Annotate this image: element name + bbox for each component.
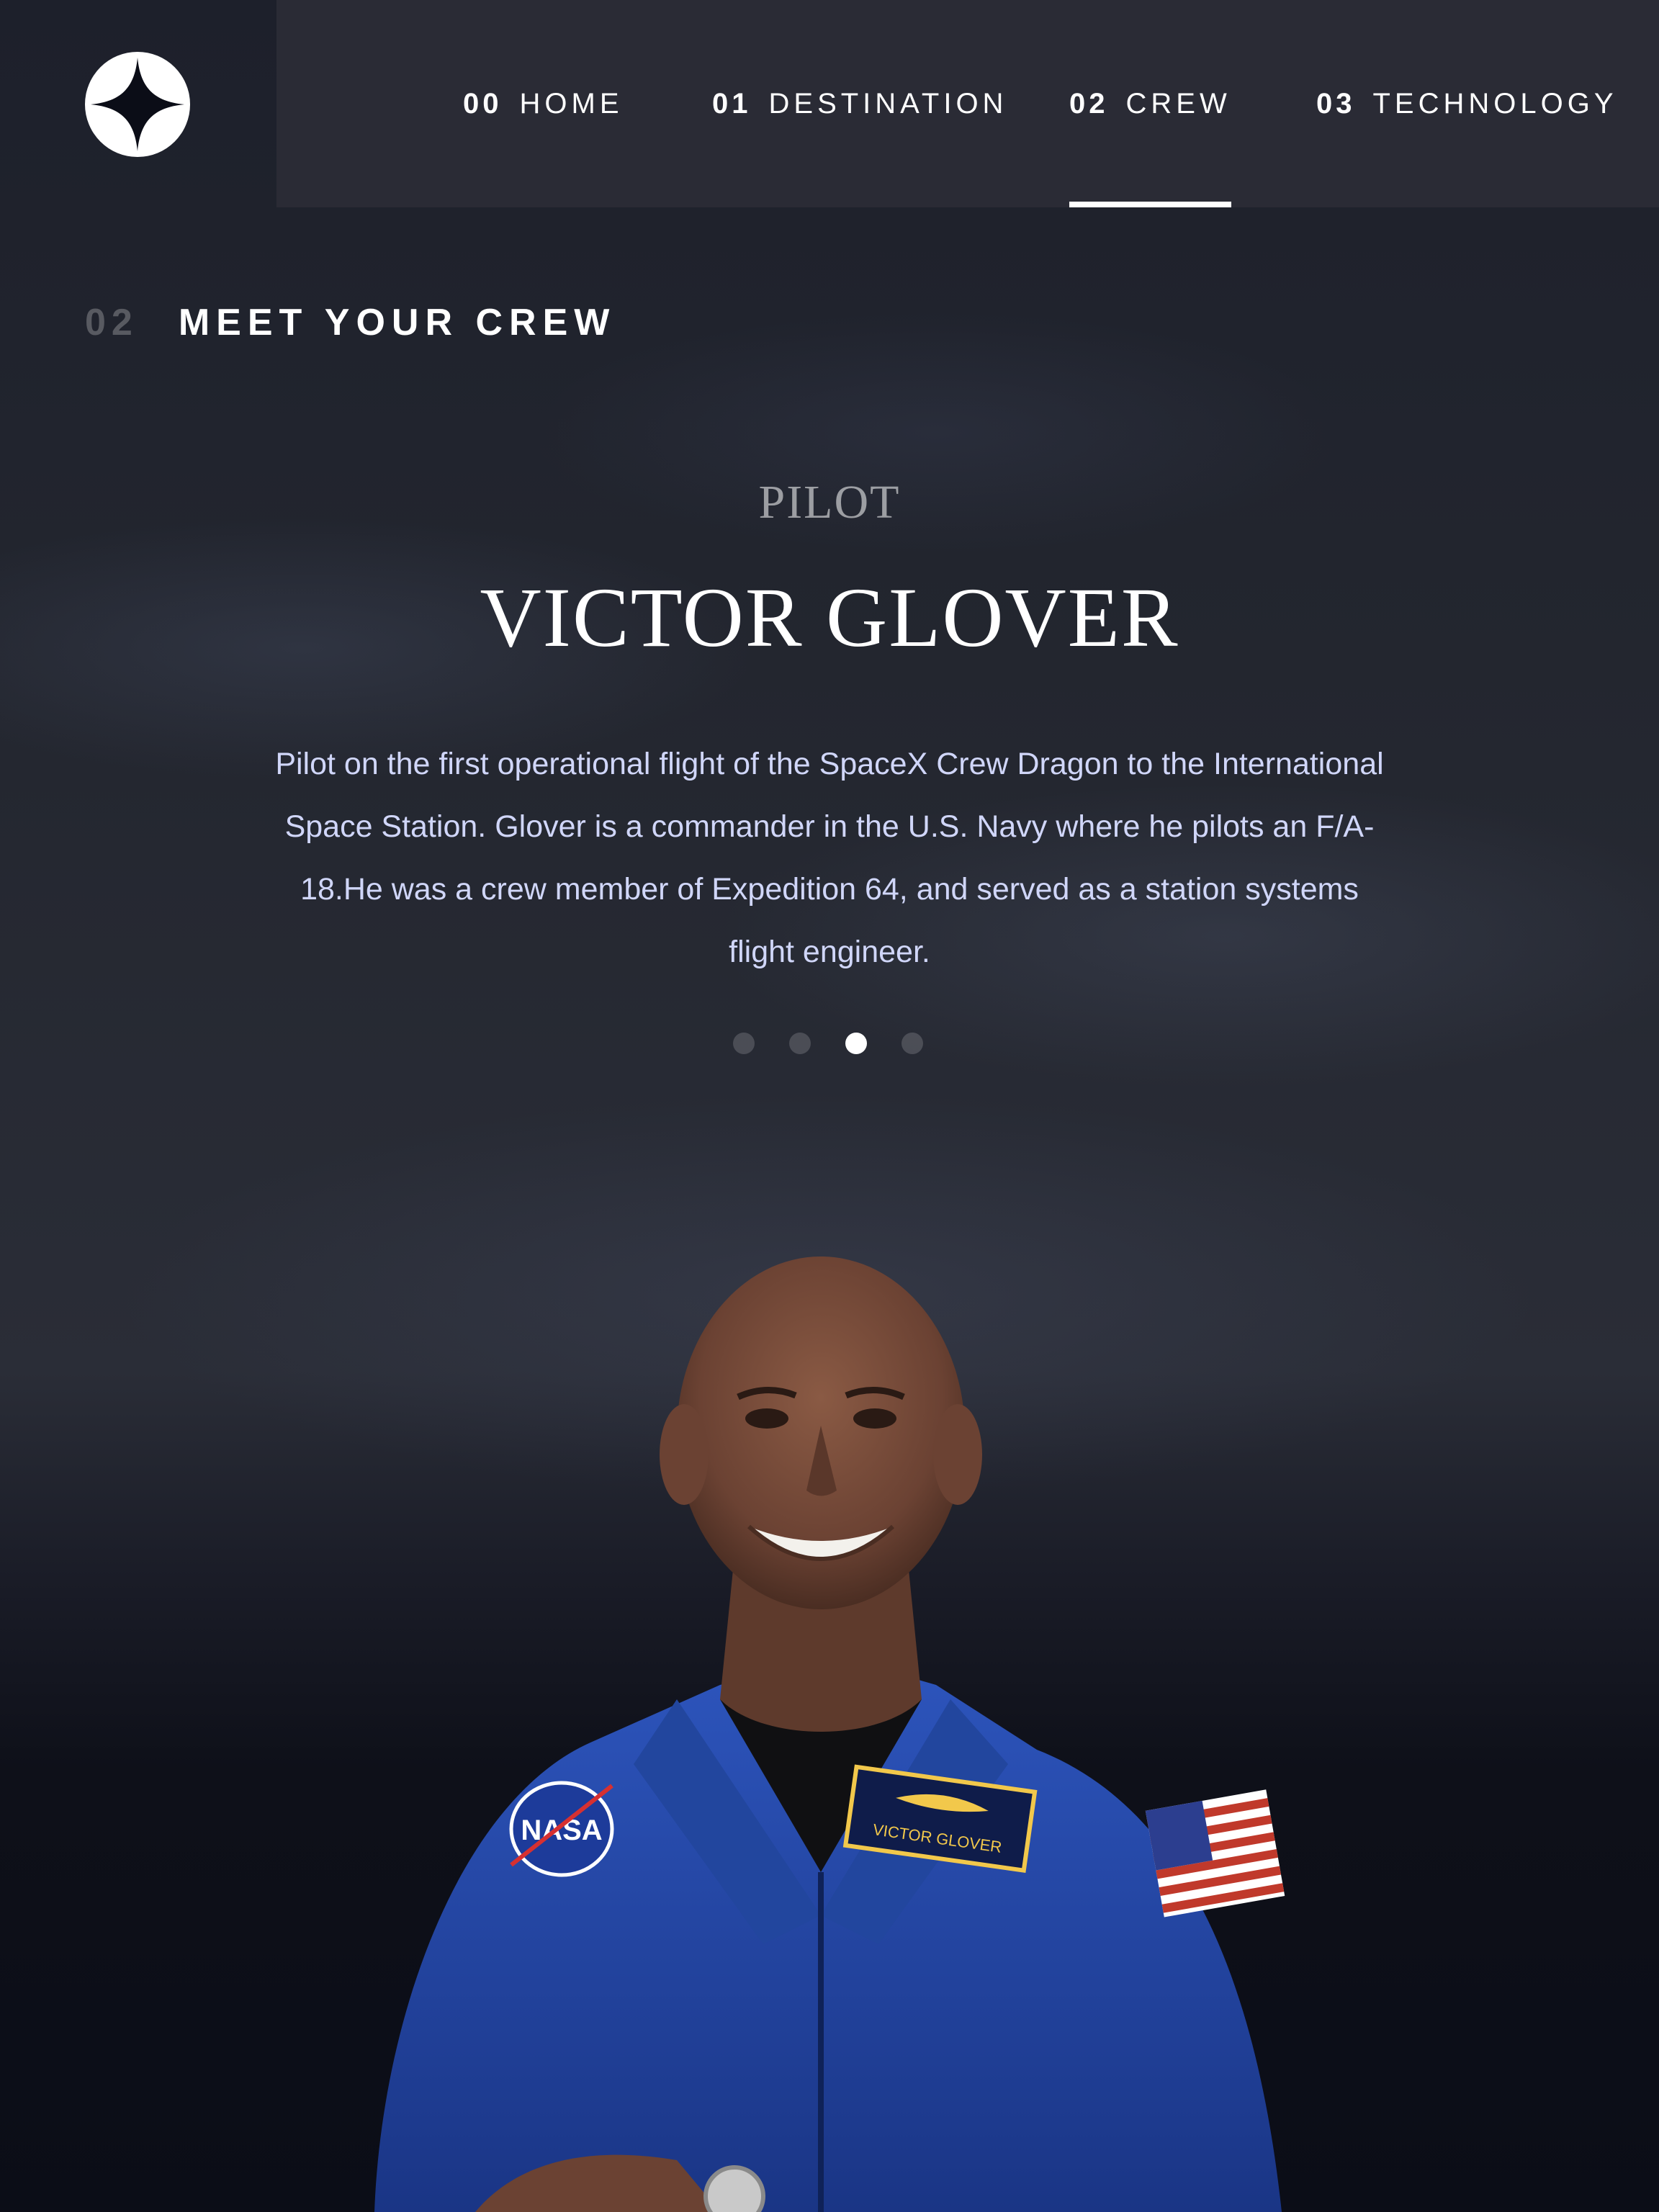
nav-item-number: 02 xyxy=(1069,87,1109,120)
crew-portrait: NASA VICTOR GLOVER xyxy=(317,1152,1339,2212)
page-heading-number: 02 xyxy=(85,302,138,343)
page-heading: 02 MEET YOUR CREW xyxy=(85,294,616,351)
nav-item-number: 03 xyxy=(1316,87,1356,120)
nav-item-label: TECHNOLOGY xyxy=(1372,87,1618,120)
nav-item-label: CREW xyxy=(1125,87,1231,120)
nav-item-number: 01 xyxy=(712,87,752,120)
logo[interactable] xyxy=(85,52,190,157)
nav-item-label: DESTINATION xyxy=(768,87,1008,120)
crew-name: VICTOR GLOVER xyxy=(480,570,1179,665)
crew-dot-1[interactable] xyxy=(733,1033,755,1054)
nav-item-number: 00 xyxy=(463,87,503,120)
nav-item-home[interactable]: 00 HOME xyxy=(463,0,624,207)
crew-dot-3[interactable] xyxy=(845,1033,867,1054)
astronaut-photo: NASA VICTOR GLOVER xyxy=(374,1256,1285,2212)
nav-item-label: HOME xyxy=(519,87,624,120)
site-header: 00 HOME 01 DESTINATION 02 CREW 03 TECHNO… xyxy=(0,0,1659,207)
crew-dot-2[interactable] xyxy=(789,1033,811,1054)
nasa-patch-text: NASA xyxy=(521,1815,602,1846)
main-navigation: 00 HOME 01 DESTINATION 02 CREW 03 TECHNO… xyxy=(276,0,1659,207)
star-logo-icon xyxy=(91,58,184,151)
nav-item-destination[interactable]: 01 DESTINATION xyxy=(712,0,1007,207)
nav-item-technology[interactable]: 03 TECHNOLOGY xyxy=(1316,0,1618,207)
page-heading-title: MEET YOUR CREW xyxy=(178,302,616,343)
crew-bio: Pilot on the first operational flight of… xyxy=(275,747,1384,969)
crew-dot-4[interactable] xyxy=(902,1033,923,1054)
crew-pagination xyxy=(733,1033,923,1054)
crew-role: PILOT xyxy=(758,476,901,529)
nav-item-crew[interactable]: 02 CREW xyxy=(1069,0,1231,207)
